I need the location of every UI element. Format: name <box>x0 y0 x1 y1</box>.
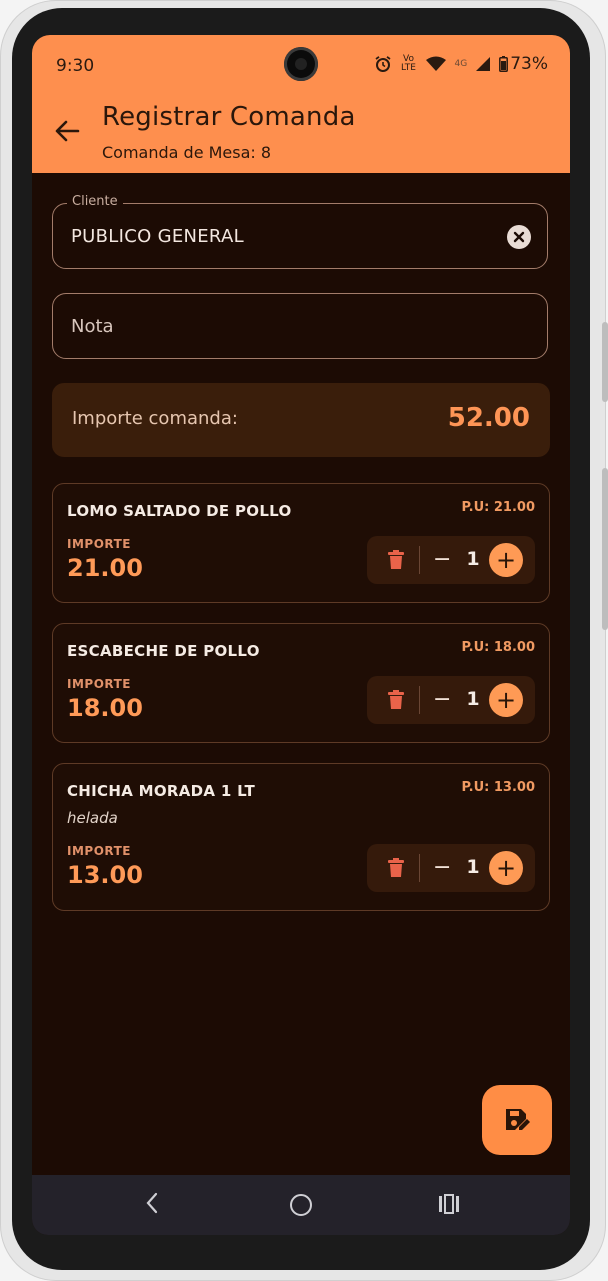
battery-indicator: 73% <box>499 54 548 74</box>
save-order-button[interactable] <box>482 1085 552 1155</box>
client-field-value: PUBLICO GENERAL <box>71 226 244 247</box>
increase-button[interactable]: + <box>489 851 523 885</box>
item-note: helada <box>67 809 118 827</box>
network-4g-label: 4G <box>454 59 468 69</box>
app-bar: 9:30 Vo LTE 4G 73% Registrar Comanda Com… <box>32 35 570 173</box>
item-importe-label: IMPORTE <box>67 537 131 551</box>
quantity-stepper: − 1 + <box>367 844 535 892</box>
app-screen: 9:30 Vo LTE 4G 73% Registrar Comanda Com… <box>32 35 570 1235</box>
item-name: ESCABECHE DE POLLO <box>67 642 260 660</box>
note-field[interactable]: Nota <box>52 293 548 359</box>
nav-recents-icon[interactable] <box>438 1194 460 1214</box>
item-unit-price: P.U: 18.00 <box>461 640 535 655</box>
page-title: Registrar Comanda <box>102 102 356 132</box>
trash-icon[interactable] <box>387 550 405 570</box>
alarm-icon <box>374 56 391 72</box>
wifi-icon <box>425 56 446 71</box>
trash-icon[interactable] <box>387 690 405 710</box>
item-importe-value: 18.00 <box>67 694 143 722</box>
note-field-placeholder: Nota <box>71 316 114 337</box>
decrease-button[interactable]: − <box>433 855 451 880</box>
close-icon <box>513 231 525 243</box>
item-name: LOMO SALTADO DE POLLO <box>67 502 292 520</box>
power-button <box>602 468 608 630</box>
item-unit-price: P.U: 21.00 <box>461 500 535 515</box>
battery-icon <box>499 56 509 72</box>
status-icons: Vo LTE 4G 73% <box>374 54 548 74</box>
quantity-value: 1 <box>466 688 480 710</box>
item-unit-price: P.U: 13.00 <box>461 780 535 795</box>
item-importe-label: IMPORTE <box>67 677 131 691</box>
battery-percent: 73% <box>510 54 548 74</box>
nav-back-icon[interactable] <box>144 1191 160 1215</box>
order-total-value: 52.00 <box>447 403 530 433</box>
volume-button <box>602 322 608 402</box>
item-importe-value: 13.00 <box>67 861 143 889</box>
system-nav-bar <box>32 1175 570 1235</box>
increase-button[interactable]: + <box>489 543 523 577</box>
signal-icon <box>476 57 491 71</box>
save-edit-icon <box>506 1109 530 1130</box>
order-total-box: Importe comanda: 52.00 <box>52 383 550 457</box>
stepper-divider <box>419 854 420 882</box>
order-item-card: ESCABECHE DE POLLO P.U: 18.00 IMPORTE 18… <box>52 623 550 743</box>
quantity-stepper: − 1 + <box>367 536 535 584</box>
volte-icon: Vo LTE <box>401 54 416 73</box>
decrease-button[interactable]: − <box>433 687 451 712</box>
quantity-stepper: − 1 + <box>367 676 535 724</box>
nav-home-icon[interactable] <box>290 1194 312 1216</box>
item-importe-value: 21.00 <box>67 554 143 582</box>
order-total-label: Importe comanda: <box>72 408 238 429</box>
client-field[interactable]: Cliente PUBLICO GENERAL <box>52 194 548 269</box>
client-field-label: Cliente <box>67 194 123 209</box>
stepper-divider <box>419 546 420 574</box>
item-name: CHICHA MORADA 1 LT <box>67 782 256 800</box>
order-item-card: LOMO SALTADO DE POLLO P.U: 21.00 IMPORTE… <box>52 483 550 603</box>
trash-icon[interactable] <box>387 858 405 878</box>
status-time: 9:30 <box>56 56 95 76</box>
order-item-card: CHICHA MORADA 1 LT P.U: 13.00 helada IMP… <box>52 763 550 911</box>
quantity-value: 1 <box>466 856 480 878</box>
front-camera <box>284 47 318 81</box>
stepper-divider <box>419 686 420 714</box>
quantity-value: 1 <box>466 548 480 570</box>
decrease-button[interactable]: − <box>433 547 451 572</box>
item-importe-label: IMPORTE <box>67 844 131 858</box>
clear-client-button[interactable] <box>507 225 531 249</box>
page-subtitle: Comanda de Mesa: 8 <box>102 143 272 162</box>
arrow-back-icon[interactable] <box>54 119 80 143</box>
increase-button[interactable]: + <box>489 683 523 717</box>
